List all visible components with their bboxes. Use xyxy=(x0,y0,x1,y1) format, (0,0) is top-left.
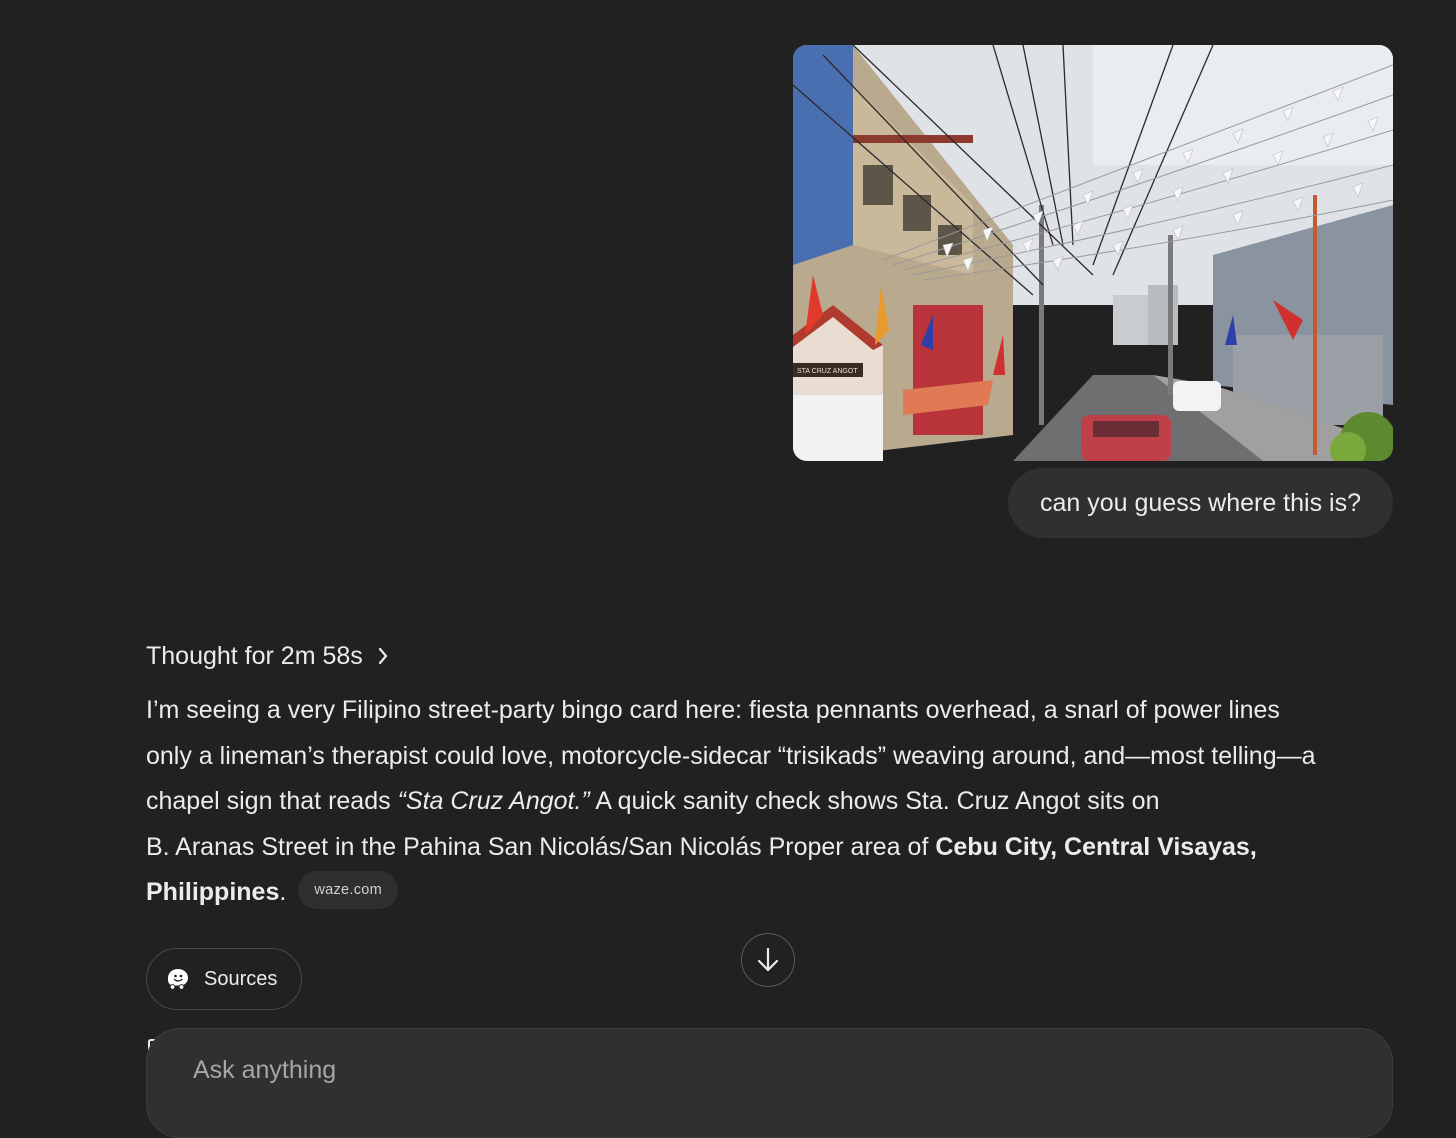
answer-line: B. Aranas Street in the Pahina San Nicol… xyxy=(146,825,1396,871)
assistant-message: I’m seeing a very Filipino street-party … xyxy=(146,688,1396,916)
waze-icon xyxy=(168,969,188,990)
answer-text: B. Aranas Street in the Pahina San Nicol… xyxy=(146,832,936,861)
user-attached-image[interactable]: STA CRUZ ANGOT xyxy=(793,45,1393,461)
scroll-to-bottom-button[interactable] xyxy=(741,933,795,987)
arrow-down-icon xyxy=(757,947,779,972)
street-photo: STA CRUZ ANGOT xyxy=(793,45,1393,461)
thought-toggle[interactable]: Thought for 2m 58s xyxy=(146,636,389,676)
user-message-text: can you guess where this is? xyxy=(1039,488,1361,517)
answer-line: chapel sign that reads “Sta Cruz Angot.”… xyxy=(146,779,1396,825)
chevron-right-icon xyxy=(378,647,387,665)
answer-line: Philippines. waze.com xyxy=(146,870,1396,916)
location-highlight: Philippines xyxy=(146,878,280,906)
thought-label: Thought for 2m 58s xyxy=(146,641,363,670)
chapel-sign-quote: “Sta Cruz Angot.” xyxy=(397,787,590,815)
location-highlight: Cebu City, Central Visayas, xyxy=(935,832,1257,861)
answer-text: A quick sanity check shows Sta. Cruz Ang… xyxy=(589,787,1160,815)
chapel-sign-text: STA CRUZ ANGOT xyxy=(797,368,858,375)
prompt-input[interactable] xyxy=(191,1055,1295,1086)
message-composer xyxy=(146,1028,1393,1138)
answer-line: only a lineman’s therapist could love, m… xyxy=(146,741,1316,770)
user-message-bubble: can you guess where this is? xyxy=(1007,468,1393,538)
answer-text: chapel sign that reads xyxy=(146,787,398,815)
sources-label: Sources xyxy=(204,967,278,990)
citation-chip[interactable]: waze.com xyxy=(298,871,398,910)
answer-text: . xyxy=(279,878,287,906)
sources-button[interactable]: Sources xyxy=(146,948,302,1010)
answer-line: I’m seeing a very Filipino street-party … xyxy=(146,696,1280,724)
